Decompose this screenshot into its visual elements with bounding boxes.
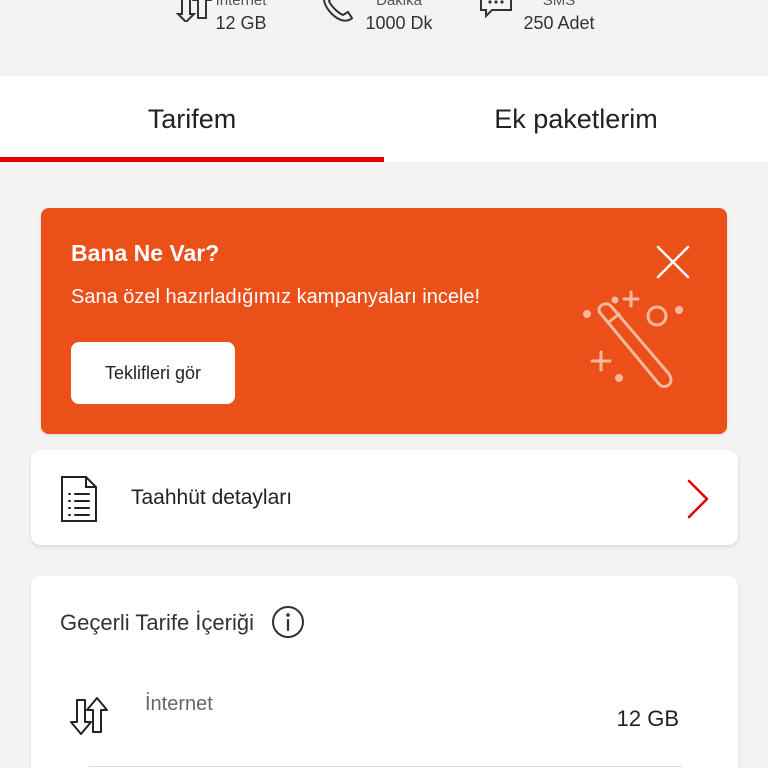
summary-value: 250 Adet	[523, 13, 595, 33]
summary-label: SMS	[542, 0, 576, 9]
tab-label: Ek paketlerim	[494, 103, 658, 134]
tariff-content-card: Geçerli Tarife İçeriği İnternet 12 GB	[31, 576, 738, 768]
tab-bar: Tarifem Ek paketlerim	[0, 76, 768, 162]
summary-value: 12 GB	[215, 13, 267, 33]
divider	[89, 766, 682, 767]
tariff-content-title: Geçerli Tarife İçeriği	[60, 610, 254, 635]
summary-label: Dakika	[376, 0, 422, 9]
promo-title: Bana Ne Var?	[71, 240, 220, 266]
usage-summary: İnternet 12 GB Dakika 1000 Dk SMS 250 Ad…	[0, 0, 768, 76]
close-icon[interactable]	[653, 242, 693, 282]
data-transfer-icon	[70, 697, 108, 735]
offers-button-label: Teklifleri gör	[104, 362, 202, 383]
tab-label: Tarifem	[147, 103, 237, 134]
magic-wand-icon	[583, 290, 683, 389]
promo-subtitle: Sana özel hazırladığımız kampanyaları in…	[71, 286, 481, 308]
document-icon	[61, 476, 97, 522]
tab-tarifem[interactable]: Tarifem	[0, 76, 384, 162]
info-icon[interactable]	[271, 605, 305, 639]
summary-label: İnternet	[215, 0, 267, 9]
offers-button[interactable]: Teklifleri gör	[71, 342, 235, 404]
chevron-right-icon	[687, 479, 709, 519]
summary-value: 1000 Dk	[365, 13, 433, 33]
tariff-row-value: 12 GB	[616, 706, 679, 731]
promo-card: Bana Ne Var? Sana özel hazırladığımız ka…	[41, 208, 727, 434]
tariff-row-label: İnternet	[145, 693, 213, 715]
commitment-details-label: Taahhüt detayları	[131, 486, 293, 509]
tab-ek-paketlerim[interactable]: Ek paketlerim	[384, 76, 768, 162]
commitment-details-row[interactable]: Taahhüt detayları	[31, 450, 738, 545]
